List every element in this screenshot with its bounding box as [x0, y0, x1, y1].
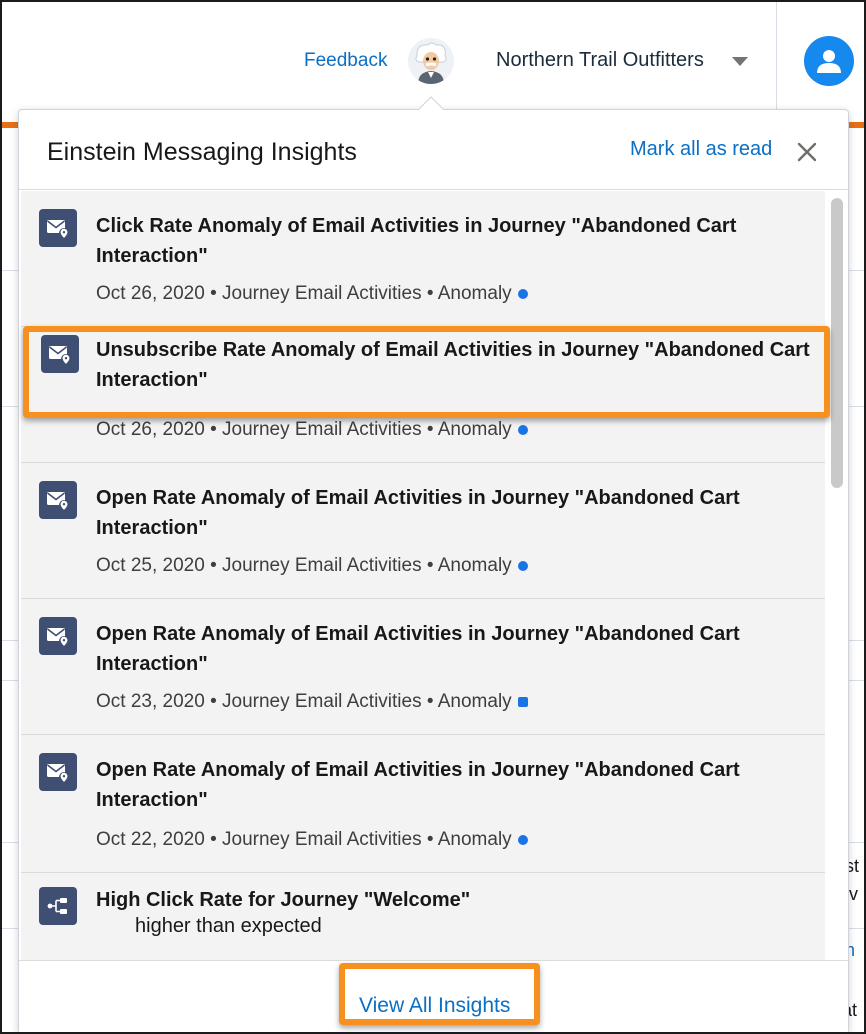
insight-meta-text: Oct 25, 2020 • Journey Email Activities …	[96, 555, 512, 576]
insight-meta: Oct 26, 2020 • Journey Email Activities …	[96, 283, 528, 305]
chevron-down-icon[interactable]	[732, 57, 748, 66]
popover-title: Einstein Messaging Insights	[47, 138, 357, 166]
insight-title[interactable]: Open Rate Anomaly of Email Activities in…	[96, 483, 796, 543]
insight-item[interactable]: High Click Rate for Journey "Welcome" hi…	[21, 873, 825, 960]
insight-item[interactable]: Click Rate Anomaly of Email Activities i…	[21, 191, 825, 327]
insight-item[interactable]: Open Rate Anomaly of Email Activities in…	[21, 463, 825, 599]
insight-title[interactable]: Open Rate Anomaly of Email Activities in…	[96, 619, 796, 679]
journey-flow-icon	[39, 887, 77, 925]
close-icon[interactable]	[795, 140, 819, 164]
header-divider	[776, 2, 777, 110]
scrollbar-thumb[interactable]	[831, 198, 843, 488]
unread-indicator	[517, 696, 528, 707]
insight-meta-text: Oct 26, 2020 • Journey Email Activities …	[96, 419, 512, 440]
insight-title[interactable]: Open Rate Anomaly of Email Activities in…	[96, 755, 796, 815]
view-all-insights-link[interactable]: View All Insights	[359, 994, 510, 1018]
unread-indicator	[517, 834, 528, 845]
insight-meta: Oct 23, 2020 • Journey Email Activities …	[96, 691, 528, 713]
mark-all-read-link[interactable]: Mark all as read	[630, 138, 772, 161]
insight-title[interactable]: Unsubscribe Rate Anomaly of Email Activi…	[96, 335, 816, 395]
feedback-link[interactable]: Feedback	[304, 50, 387, 72]
highlighted-insight-item[interactable]: Unsubscribe Rate Anomaly of Email Activi…	[23, 326, 830, 418]
unread-indicator	[517, 424, 528, 435]
einstein-avatar-icon[interactable]	[408, 38, 454, 84]
email-insight-icon	[39, 481, 77, 519]
insight-title[interactable]: High Click Rate for Journey "Welcome"	[96, 885, 796, 915]
insight-meta-text: Oct 23, 2020 • Journey Email Activities …	[96, 691, 512, 712]
insight-meta: Oct 25, 2020 • Journey Email Activities …	[96, 555, 528, 577]
insight-item[interactable]: Open Rate Anomaly of Email Activities in…	[21, 735, 825, 873]
user-avatar-icon[interactable]	[804, 36, 854, 86]
insight-title[interactable]: Click Rate Anomaly of Email Activities i…	[96, 211, 796, 271]
email-insight-icon	[39, 617, 77, 655]
email-insight-icon	[39, 209, 77, 247]
insight-subtitle: higher than expected	[135, 915, 322, 937]
insights-list[interactable]: Click Rate Anomaly of Email Activities i…	[21, 191, 825, 960]
email-insight-icon	[39, 753, 77, 791]
unread-indicator	[517, 288, 528, 299]
email-insight-icon	[41, 335, 79, 373]
org-switcher[interactable]: Northern Trail Outfitters	[496, 49, 704, 72]
insight-item[interactable]: Open Rate Anomaly of Email Activities in…	[21, 599, 825, 735]
insight-meta-text: Oct 22, 2020 • Journey Email Activities …	[96, 829, 512, 850]
insight-meta: Oct 26, 2020 • Journey Email Activities …	[96, 419, 528, 441]
insight-meta: Oct 22, 2020 • Journey Email Activities …	[96, 829, 528, 851]
unread-indicator	[517, 560, 528, 571]
insights-popover: Einstein Messaging Insights Mark all as …	[18, 109, 849, 1034]
insight-meta-text: Oct 26, 2020 • Journey Email Activities …	[96, 283, 512, 304]
popover-header: Einstein Messaging Insights Mark all as …	[19, 110, 848, 190]
